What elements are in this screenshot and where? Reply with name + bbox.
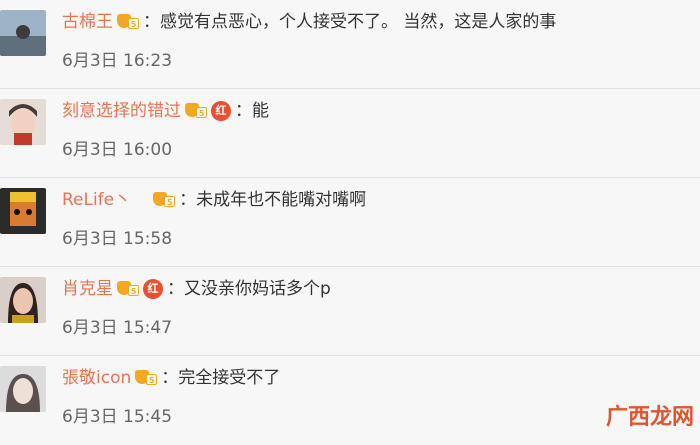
comment-time: 6月3日 15:47 [62, 318, 173, 338]
comment-item: 張敬icon 5 ： 完全接受不了 6月3日 15:45 [0, 356, 700, 445]
comment-text: 未成年也不能嘴对嘴啊 [196, 190, 367, 210]
vip-badge-icon[interactable]: 5 [117, 13, 139, 31]
watermark-text: 广西龙网 [605, 405, 694, 430]
username-link[interactable]: 刻意选择的错过 [62, 99, 181, 123]
comment-item: 刻意选择的错过 5 红 ： 能 6月3日 16:00 [0, 89, 700, 178]
comment-text: 又没亲你妈话多个p [184, 279, 331, 299]
avatar[interactable] [0, 277, 46, 323]
hong-badge-icon[interactable]: 红 [143, 279, 163, 299]
avatar[interactable] [0, 188, 46, 234]
comment-text: 能 [252, 101, 269, 121]
colon-separator: ： [167, 279, 184, 299]
avatar[interactable] [0, 99, 46, 145]
comment-text: 完全接受不了 [178, 368, 281, 388]
comment-item: ReLife丶 5 ： 未成年也不能嘴对嘴啊 6月3日 15:58 [0, 178, 700, 267]
colon-separator: ： [179, 190, 197, 210]
colon-separator: ： [235, 101, 252, 121]
comment-time: 6月3日 16:23 [62, 51, 173, 71]
vip-badge-icon[interactable]: 5 [135, 369, 158, 387]
username-link[interactable]: 古棉王 [62, 10, 113, 34]
comment-text: 感觉有点恶心，个人接受不了。 当然，这是人家的事 [160, 12, 557, 32]
comment-list: 古棉王 5 ： 感觉有点恶心，个人接受不了。 当然，这是人家的事 6月3日 16… [0, 0, 700, 445]
comment-item: 古棉王 5 ： 感觉有点恶心，个人接受不了。 当然，这是人家的事 6月3日 16… [0, 0, 700, 89]
vip-badge-icon[interactable]: 5 [153, 191, 176, 209]
colon-separator: ： [143, 12, 160, 32]
watermark-logo: 广西龙网 [606, 404, 694, 432]
vip-badge-icon[interactable]: 5 [117, 280, 139, 298]
hong-badge-icon[interactable]: 红 [211, 101, 231, 121]
username-link[interactable]: ReLife丶 [62, 188, 131, 212]
comment-time: 6月3日 15:45 [62, 407, 173, 427]
comment-item: 肖克星 5 红 ： 又没亲你妈话多个p 6月3日 15:47 [0, 267, 700, 356]
colon-separator: ： [161, 368, 179, 388]
avatar[interactable] [0, 10, 46, 56]
avatar[interactable] [0, 366, 46, 412]
comment-time: 6月3日 16:00 [62, 140, 173, 160]
username-link[interactable]: 肖克星 [62, 277, 113, 301]
comment-time: 6月3日 15:58 [62, 229, 173, 249]
username-link[interactable]: 張敬icon [62, 366, 131, 390]
vip-badge-icon[interactable]: 5 [185, 102, 207, 120]
